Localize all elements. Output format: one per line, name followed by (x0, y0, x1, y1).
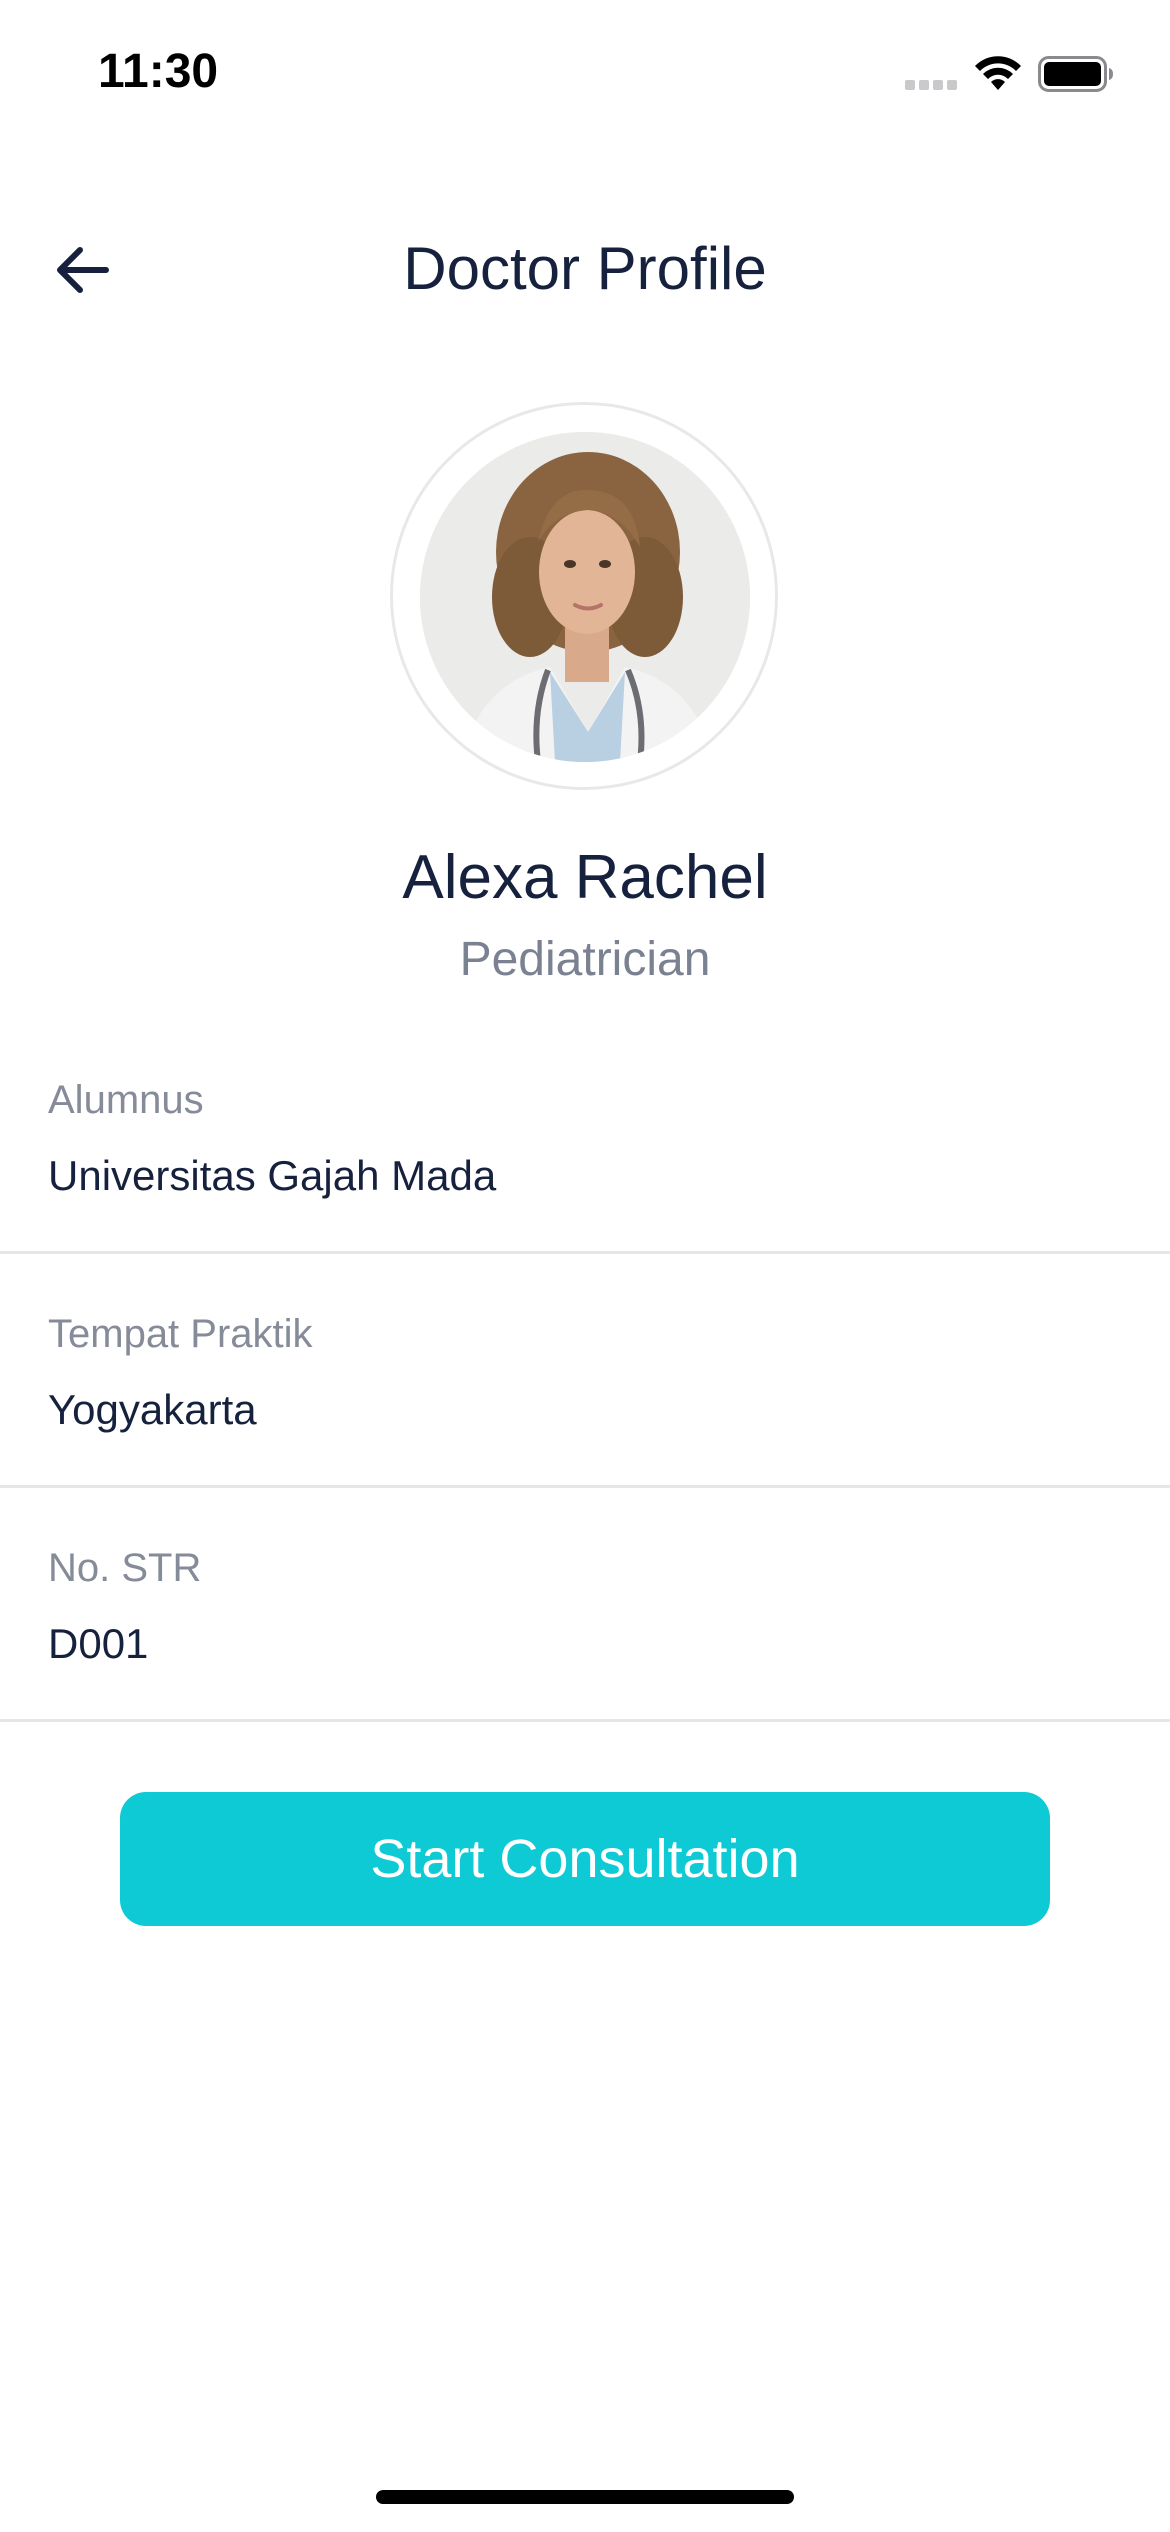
avatar (420, 432, 750, 762)
info-item-tempat-praktik: Tempat Praktik Yogyakarta (0, 1256, 1170, 1488)
info-value: Universitas Gajah Mada (48, 1152, 497, 1199)
cellular-signal-icon (905, 80, 959, 90)
header: Doctor Profile (0, 210, 1170, 330)
wifi-icon (975, 56, 1021, 90)
info-label: No. STR (48, 1546, 202, 1590)
home-indicator[interactable] (376, 2490, 794, 2504)
info-label: Tempat Praktik (48, 1312, 313, 1356)
doctor-specialty: Pediatrician (459, 933, 711, 986)
page-title: Doctor Profile (403, 235, 767, 302)
start-consultation-button[interactable]: Start Consultation (120, 1792, 1050, 1926)
info-item-alumnus: Alumnus Universitas Gajah Mada (0, 1022, 1170, 1254)
info-item-no-str: No. STR D001 (0, 1490, 1170, 1722)
battery-icon (1038, 56, 1113, 92)
status-time: 11:30 (98, 45, 219, 98)
info-value: D001 (48, 1620, 149, 1667)
doctor-photo (420, 432, 750, 762)
doctor-name: Alexa Rachel (402, 843, 768, 912)
info-value: Yogyakarta (48, 1386, 257, 1433)
status-bar: 11:30 (0, 0, 1170, 150)
info-label: Alumnus (48, 1078, 204, 1122)
